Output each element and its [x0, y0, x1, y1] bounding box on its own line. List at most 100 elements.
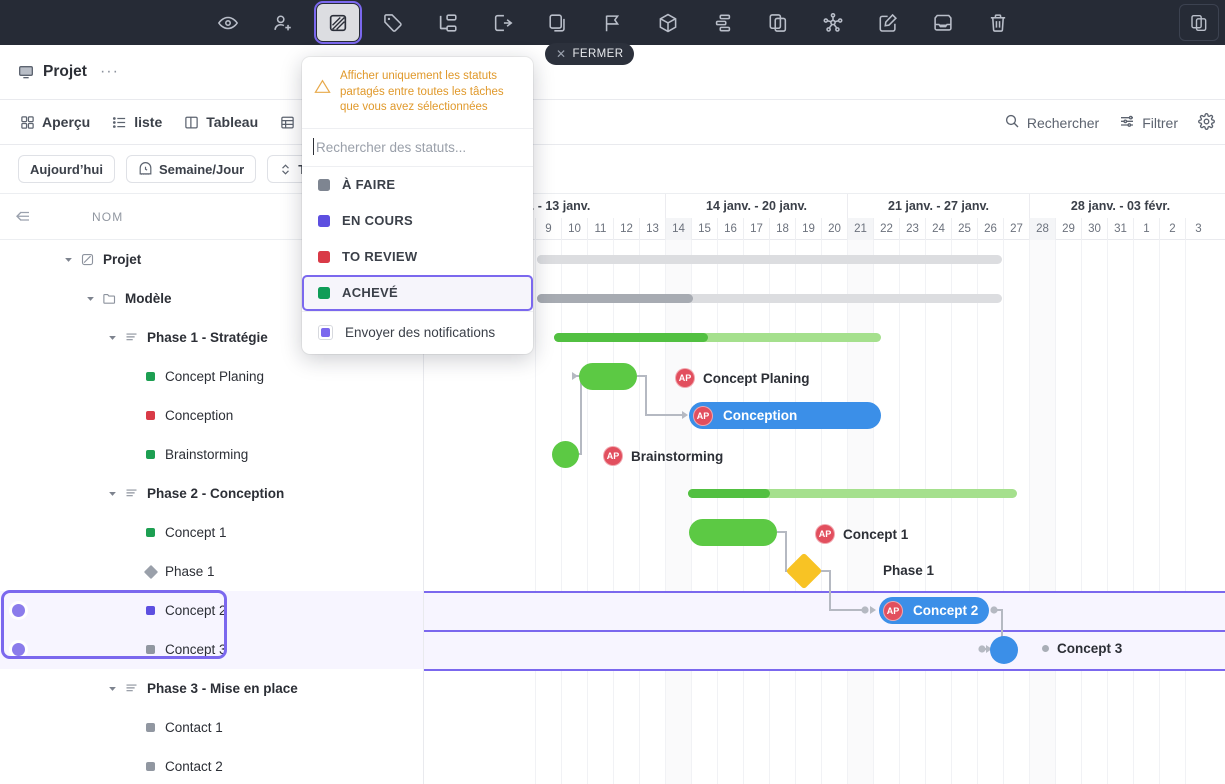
- subtask-icon[interactable]: [427, 4, 469, 41]
- status-dot: [1042, 645, 1049, 652]
- status-dot[interactable]: [146, 372, 155, 381]
- gantt-controls-bar: Aujourd’hui Semaine/Jour Trier: [0, 145, 1225, 194]
- avatar[interactable]: AP: [883, 601, 903, 621]
- chevron-down-icon[interactable]: [84, 292, 97, 305]
- close-tooltip[interactable]: ✕ FERMER: [545, 43, 634, 65]
- task-name: Concept 1: [165, 525, 227, 540]
- status-search-input[interactable]: Rechercher des statuts...: [302, 129, 533, 167]
- copy-icon[interactable]: [757, 4, 799, 41]
- status-dot[interactable]: [146, 723, 155, 732]
- project-monitor-icon: [18, 64, 34, 80]
- gantt-task-bar[interactable]: APConcept 2: [879, 597, 989, 624]
- chevron-down-icon[interactable]: [106, 682, 119, 695]
- clipboard-copy-icon[interactable]: [1179, 4, 1219, 41]
- project-leaf-icon: [80, 252, 95, 267]
- gantt-week-label: 14 janv. - 20 janv.: [665, 194, 847, 218]
- move-icon[interactable]: [482, 4, 524, 41]
- row-select-dot[interactable]: [12, 643, 25, 656]
- duplicate-icon[interactable]: [537, 4, 579, 41]
- status-option-to-review[interactable]: TO REVIEW: [302, 239, 533, 275]
- task-name: Phase 1 - Stratégie: [147, 330, 268, 345]
- status-dot[interactable]: [146, 645, 155, 654]
- gantt-day-cell: 12: [613, 218, 639, 240]
- gantt-task-bar[interactable]: [579, 363, 637, 390]
- eye-icon[interactable]: [207, 4, 249, 41]
- status-icon[interactable]: [317, 4, 359, 41]
- row-select-dot[interactable]: [12, 604, 25, 617]
- chevron-down-icon[interactable]: [106, 331, 119, 344]
- search-button-label: Rechercher: [1027, 115, 1099, 131]
- tree-row-concept-planing[interactable]: Concept Planing: [0, 357, 423, 396]
- tab-apercu[interactable]: Aperçu: [20, 114, 90, 130]
- toolbar-icon-group: [207, 4, 1019, 41]
- send-notifications-option[interactable]: Envoyer des notifications: [302, 312, 533, 354]
- chevron-down-icon[interactable]: [106, 487, 119, 500]
- gantt-task-label: APConcept Planing: [675, 368, 810, 388]
- tree-row-contact-1[interactable]: Contact 1: [0, 708, 423, 747]
- tree-row-contact-2[interactable]: Contact 2: [0, 747, 423, 784]
- user-plus-icon[interactable]: [262, 4, 304, 41]
- edit-icon[interactable]: [867, 4, 909, 41]
- avatar[interactable]: AP: [603, 446, 623, 466]
- gantt-task-point[interactable]: [990, 636, 1018, 664]
- avatar[interactable]: AP: [675, 368, 695, 388]
- status-option-achev[interactable]: ACHEVÉ: [302, 275, 533, 311]
- status-option-faire[interactable]: À FAIRE: [302, 167, 533, 203]
- tree-row-phase-1[interactable]: Phase 1: [0, 552, 423, 591]
- gantt-task-bar[interactable]: [689, 519, 777, 546]
- tab-tableau[interactable]: Tableau: [184, 114, 258, 130]
- status-color-swatch: [318, 215, 330, 227]
- week-day-button[interactable]: Semaine/Jour: [126, 155, 256, 183]
- gantt-task-bar[interactable]: APConception: [689, 402, 881, 429]
- tree-row-phase-2-conception[interactable]: Phase 2 - Conception: [0, 474, 423, 513]
- tree-row-phase-3-mise-en-place[interactable]: Phase 3 - Mise en place: [0, 669, 423, 708]
- task-name: Concept 2: [165, 603, 227, 618]
- tree-row-concept-2[interactable]: Concept 2: [0, 591, 423, 630]
- status-option-label: EN COURS: [342, 213, 413, 228]
- task-name: Concept 3: [165, 642, 227, 657]
- tag-icon[interactable]: [372, 4, 414, 41]
- flag-icon[interactable]: [592, 4, 634, 41]
- gantt-day-cell: 18: [769, 218, 795, 240]
- list-lines-icon: [124, 486, 139, 501]
- filter-button[interactable]: Filtrer: [1119, 113, 1178, 132]
- column-header-nom: NOM: [92, 210, 123, 224]
- share-node-icon[interactable]: [812, 4, 854, 41]
- status-dot[interactable]: [146, 606, 155, 615]
- gantt-week-header: janv. - 13 janv.14 janv. - 20 janv.21 ja…: [424, 194, 1225, 218]
- project-more-button[interactable]: ···: [96, 63, 123, 81]
- chevron-down-icon[interactable]: [62, 253, 75, 266]
- status-dot[interactable]: [146, 411, 155, 420]
- task-name: Contact 2: [165, 759, 223, 774]
- today-button[interactable]: Aujourd’hui: [18, 155, 115, 183]
- status-dot[interactable]: [146, 762, 155, 771]
- gantt-task-label: Phase 1: [883, 563, 934, 578]
- tree-row-concept-3[interactable]: Concept 3: [0, 630, 423, 669]
- cube-icon[interactable]: [647, 4, 689, 41]
- status-color-swatch: [318, 287, 330, 299]
- table-icon: [280, 115, 295, 130]
- avatar[interactable]: AP: [815, 524, 835, 544]
- sort-icon: [279, 163, 292, 176]
- settings-button[interactable]: [1198, 113, 1215, 133]
- search-button[interactable]: Rechercher: [1004, 113, 1099, 132]
- status-dot[interactable]: [146, 450, 155, 459]
- archive-icon[interactable]: [922, 4, 964, 41]
- gantt-icon[interactable]: [702, 4, 744, 41]
- tree-row-concept-1[interactable]: Concept 1: [0, 513, 423, 552]
- gantt-day-cell: 24: [925, 218, 951, 240]
- tree-row-brainstorming[interactable]: Brainstorming: [0, 435, 423, 474]
- gantt-task-point[interactable]: [552, 441, 579, 468]
- gantt-day-cell: 30: [1081, 218, 1107, 240]
- trash-icon[interactable]: [977, 4, 1019, 41]
- notifications-checkbox[interactable]: [318, 325, 333, 340]
- gantt-day-cell: 3: [1185, 218, 1211, 240]
- tab-liste[interactable]: liste: [112, 114, 162, 130]
- status-dot[interactable]: [146, 528, 155, 537]
- avatar[interactable]: AP: [693, 406, 713, 426]
- list-lines-icon: [124, 681, 139, 696]
- collapse-left-icon[interactable]: [14, 208, 32, 226]
- status-option-en-cours[interactable]: EN COURS: [302, 203, 533, 239]
- tree-row-conception[interactable]: Conception: [0, 396, 423, 435]
- gantt-day-cell: 16: [717, 218, 743, 240]
